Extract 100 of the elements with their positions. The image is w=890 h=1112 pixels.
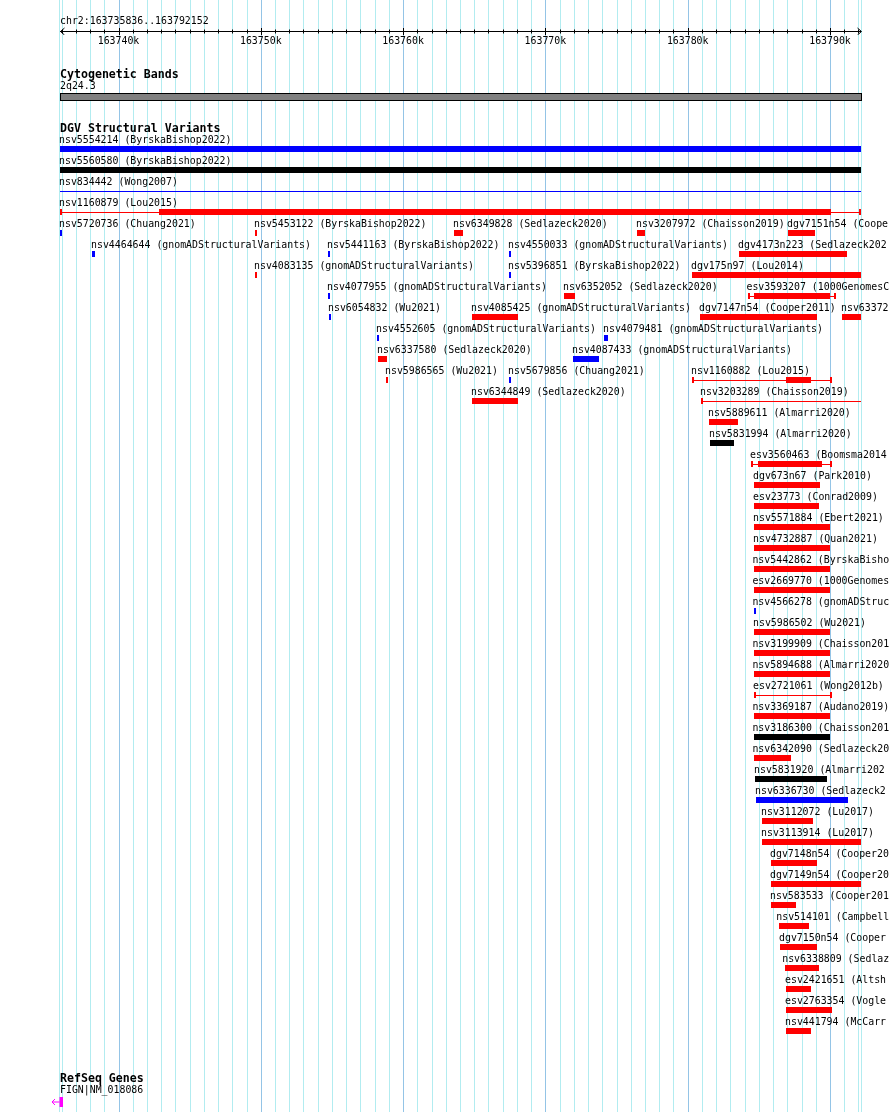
variant-label: nsv514101 (Campbell bbox=[776, 911, 890, 923]
variant-label: nsv4550033 (gnomADStructuralVariants) bbox=[508, 239, 728, 251]
gene-feature[interactable] bbox=[51, 1097, 63, 1107]
variant-label: nsv3113914 (Lu2017) bbox=[761, 827, 874, 839]
variant-bar[interactable] bbox=[754, 734, 830, 740]
variant-bar[interactable] bbox=[754, 566, 830, 572]
variant-span[interactable] bbox=[748, 293, 836, 299]
variant-label: esv2421651 (Altsh bbox=[785, 974, 887, 986]
ruler-tick-label: 163780k bbox=[666, 35, 709, 47]
variant-bar[interactable] bbox=[842, 314, 861, 320]
cytoband-bar[interactable] bbox=[60, 93, 862, 101]
variant-bar[interactable] bbox=[754, 587, 830, 593]
track-title: DGV Structural Variants bbox=[60, 122, 221, 134]
variant-bar[interactable] bbox=[710, 440, 734, 446]
variant-bar[interactable] bbox=[771, 902, 796, 908]
ruler-tick-label: 163790k bbox=[809, 35, 851, 47]
variant-span[interactable] bbox=[692, 377, 832, 383]
variant-label: nsv5831920 (Almarri202 bbox=[754, 764, 885, 776]
variant-label: nsv4552605 (gnomADStructuralVariants) bbox=[376, 323, 596, 335]
variant-label: nsv3199909 (Chaisson201 bbox=[752, 638, 890, 650]
variant-line[interactable] bbox=[60, 191, 861, 192]
variant-bar[interactable] bbox=[573, 356, 599, 362]
variant-bar[interactable] bbox=[709, 419, 738, 425]
variant-label: nsv834442 (Wong2007) bbox=[59, 176, 178, 188]
variant-label: nsv3207972 (Chaisson2019) bbox=[636, 218, 785, 230]
variant-bar[interactable] bbox=[754, 524, 830, 530]
variant-bar[interactable] bbox=[754, 503, 819, 509]
variant-bar[interactable] bbox=[60, 146, 861, 152]
variant-bar[interactable] bbox=[692, 272, 861, 278]
variant-bar[interactable] bbox=[92, 251, 95, 257]
variant-label: nsv3186300 (Chaisson201 bbox=[752, 722, 890, 734]
variant-bar[interactable] bbox=[754, 482, 820, 488]
variant-bar[interactable] bbox=[762, 818, 813, 824]
variant-bar[interactable] bbox=[786, 986, 811, 992]
variant-bar[interactable] bbox=[754, 545, 830, 551]
variant-bar[interactable] bbox=[754, 755, 791, 761]
variant-bar[interactable] bbox=[564, 293, 575, 299]
variant-span[interactable] bbox=[701, 398, 861, 404]
variant-bar[interactable] bbox=[700, 314, 817, 320]
variant-label: dgv7147n54 (Cooper2011) bbox=[699, 302, 836, 314]
track-title: RefSeq Genes bbox=[60, 1072, 144, 1084]
ruler-tick-label: 163750k bbox=[240, 35, 282, 47]
variant-bar[interactable] bbox=[454, 230, 463, 236]
variant-span[interactable] bbox=[754, 692, 832, 698]
gene-label: FIGN|NM_018086 bbox=[60, 1084, 144, 1096]
variant-bar[interactable] bbox=[739, 251, 847, 257]
variant-bar[interactable] bbox=[771, 881, 861, 887]
variant-label: nsv63372 bbox=[841, 302, 889, 314]
variant-label: nsv5441163 (ByrskaBishop2022) bbox=[327, 239, 500, 251]
variant-bar[interactable] bbox=[754, 629, 830, 635]
variant-bar[interactable] bbox=[762, 839, 861, 845]
variant-label: nsv1160882 (Lou2015) bbox=[691, 365, 810, 377]
variant-bar[interactable] bbox=[472, 398, 518, 404]
variant-label: nsv4087433 (gnomADStructuralVariants) bbox=[572, 344, 792, 356]
variant-bar[interactable] bbox=[60, 167, 861, 173]
variant-label: esv23773 (Conrad2009) bbox=[753, 491, 878, 503]
variant-bar[interactable] bbox=[754, 650, 830, 656]
variant-label: nsv6349828 (Sedlazeck2020) bbox=[453, 218, 608, 230]
variant-span[interactable] bbox=[60, 209, 861, 215]
variant-label: nsv5986502 (Wu2021) bbox=[753, 617, 866, 629]
variant-bar[interactable] bbox=[788, 230, 815, 236]
variant-label: nsv4079481 (gnomADStructuralVariants) bbox=[603, 323, 823, 335]
variant-bar[interactable] bbox=[771, 860, 817, 866]
ruler-tick-label: 163760k bbox=[382, 35, 424, 47]
variant-label: dgv7150n54 (Cooper bbox=[779, 932, 886, 944]
variant-label: nsv6342090 (Sedlazeck20 bbox=[752, 743, 890, 755]
variant-label: nsv6352052 (Sedlazeck2020) bbox=[563, 281, 718, 293]
variant-label: nsv3112072 (Lu2017) bbox=[761, 806, 874, 818]
variant-label: nsv6336730 (Sedlazeck2 bbox=[755, 785, 886, 797]
variant-bar[interactable] bbox=[779, 923, 809, 929]
variant-bar[interactable] bbox=[637, 230, 645, 236]
variant-label: esv2763354 (Vogle bbox=[785, 995, 887, 1007]
variant-bar[interactable] bbox=[754, 671, 830, 677]
variant-label: dgv175n97 (Lou2014) bbox=[691, 260, 804, 272]
variant-label: nsv5453122 (ByrskaBishop2022) bbox=[254, 218, 427, 230]
variant-label: nsv5442862 (ByrskaBisho bbox=[752, 554, 890, 566]
variant-bar[interactable] bbox=[785, 965, 819, 971]
variant-bar[interactable] bbox=[756, 797, 848, 803]
variant-bar[interactable] bbox=[780, 944, 817, 950]
variant-label: esv2721061 (Wong2012b) bbox=[753, 680, 884, 692]
variant-label: esv3560463 (Boomsma2014 bbox=[750, 449, 887, 461]
variant-bar[interactable] bbox=[755, 776, 827, 782]
variant-label: nsv5679856 (Chuang2021) bbox=[508, 365, 645, 377]
variant-label: nsv6344849 (Sedlazeck2020) bbox=[471, 386, 626, 398]
variant-bar[interactable] bbox=[472, 314, 518, 320]
variant-bar[interactable] bbox=[378, 356, 387, 362]
variant-label: nsv5831994 (Almarri2020) bbox=[709, 428, 852, 440]
variant-label: nsv4083135 (gnomADStructuralVariants) bbox=[254, 260, 474, 272]
ruler-tick-label: 163740k bbox=[97, 35, 140, 47]
variant-label: dgv7148n54 (Cooper20 bbox=[770, 848, 889, 860]
variant-label: nsv1160879 (Lou2015) bbox=[59, 197, 178, 209]
variant-label: dgv7149n54 (Cooper20 bbox=[770, 869, 889, 881]
variant-label: nsv5889611 (Almarri2020) bbox=[708, 407, 851, 419]
variant-bar[interactable] bbox=[786, 1028, 811, 1034]
variant-label: nsv4732887 (Quan2021) bbox=[753, 533, 878, 545]
variant-bar[interactable] bbox=[786, 1007, 832, 1013]
variant-label: nsv5554214 (ByrskaBishop2022) bbox=[59, 134, 232, 146]
variant-span[interactable] bbox=[751, 461, 832, 467]
variant-bar[interactable] bbox=[604, 335, 608, 341]
variant-bar[interactable] bbox=[754, 713, 830, 719]
